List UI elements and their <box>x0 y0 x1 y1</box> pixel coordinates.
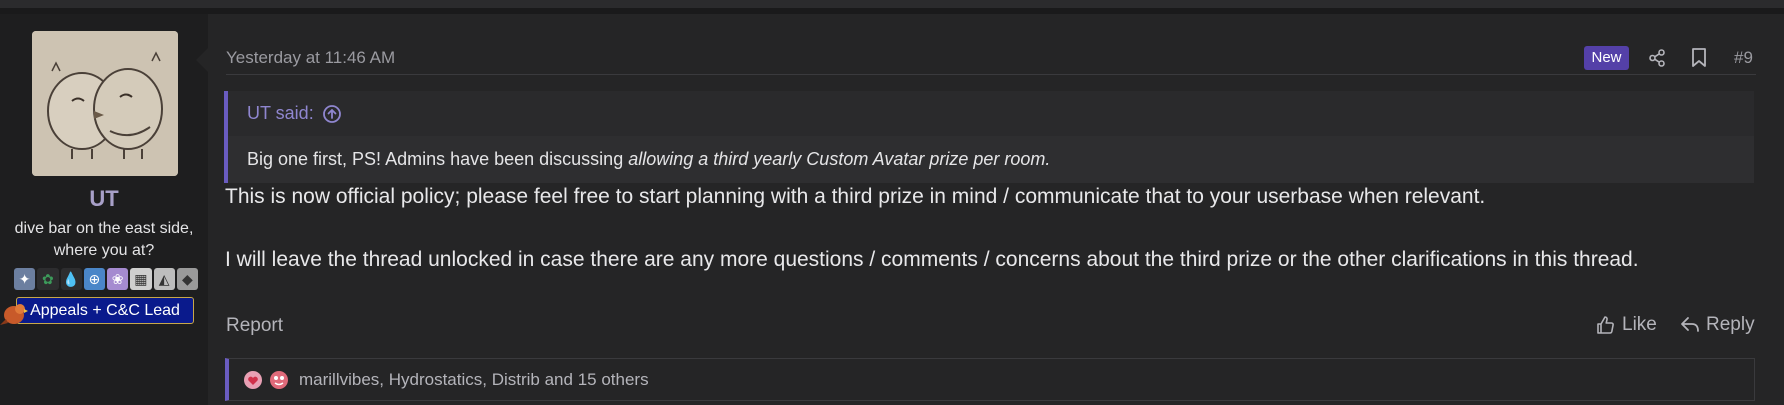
reactions-list[interactable]: marillvibes, Hydrostatics, Distrib and 1… <box>299 370 649 390</box>
quote-header[interactable]: UT said: <box>228 91 1754 136</box>
badge-icon: ◭ <box>153 268 175 290</box>
badge-icon: ❀ <box>107 268 129 290</box>
reply-button[interactable]: Reply <box>1680 314 1755 336</box>
reply-icon <box>1681 317 1699 332</box>
heart-reaction-icon <box>243 370 263 390</box>
message-paragraph: I will leave the thread unlocked in case… <box>225 248 1639 271</box>
message-area <box>208 14 1784 405</box>
like-label: Like <box>1622 314 1657 335</box>
pokemon-reaction-icon <box>269 370 289 390</box>
user-badges: ✦ ✿ 💧 ⊕ ❀ ▦ ◭ ◆ <box>14 268 198 292</box>
quote-author[interactable]: UT said: <box>247 91 314 136</box>
reactions-bar[interactable]: marillvibes, Hydrostatics, Distrib and 1… <box>225 358 1755 401</box>
new-badge: New <box>1584 46 1629 70</box>
badge-icon: ✿ <box>37 268 59 290</box>
quote-text-italic: allowing a third yearly Custom Avatar pr… <box>628 149 1051 169</box>
avatar[interactable] <box>32 31 178 176</box>
thumbs-up-icon <box>1597 316 1614 334</box>
avatar-drawing <box>32 31 178 176</box>
top-strip <box>0 0 1784 8</box>
forum-post: UT dive bar on the east side, where you … <box>0 14 1784 405</box>
quote-body: Big one first, PS! Admins have been disc… <box>228 136 1754 183</box>
role-banner: Appeals + C&C Lead <box>16 297 194 324</box>
bookmark-icon[interactable] <box>1688 47 1710 69</box>
badge-icon: ▦ <box>130 268 152 290</box>
report-link[interactable]: Report <box>226 315 283 337</box>
reply-label: Reply <box>1706 314 1755 335</box>
like-button[interactable]: Like <box>1596 314 1657 336</box>
quote-text-plain: Big one first, PS! Admins have been disc… <box>247 149 629 169</box>
badge-icon: ⊕ <box>83 268 105 290</box>
share-icon[interactable] <box>1646 47 1668 69</box>
arrow-up-circle-icon[interactable] <box>322 104 342 124</box>
post-number[interactable]: #9 <box>1734 48 1753 68</box>
user-title: dive bar on the east side, where you at? <box>14 220 194 259</box>
username[interactable]: UT <box>0 186 208 212</box>
badge-icon: ✦ <box>14 268 36 290</box>
user-sidebar: UT dive bar on the east side, where you … <box>0 14 208 405</box>
badge-icon: 💧 <box>60 268 82 290</box>
post-date[interactable]: Yesterday at 11:46 AM <box>226 48 395 68</box>
bird-icon <box>0 304 28 325</box>
message-arrow <box>196 48 208 72</box>
message-paragraph: This is now official policy; please feel… <box>225 185 1486 208</box>
quote-block: UT said: Big one first, PS! Admins have … <box>224 91 1754 183</box>
header-divider <box>226 74 1756 75</box>
badge-icon: ◆ <box>176 268 198 290</box>
